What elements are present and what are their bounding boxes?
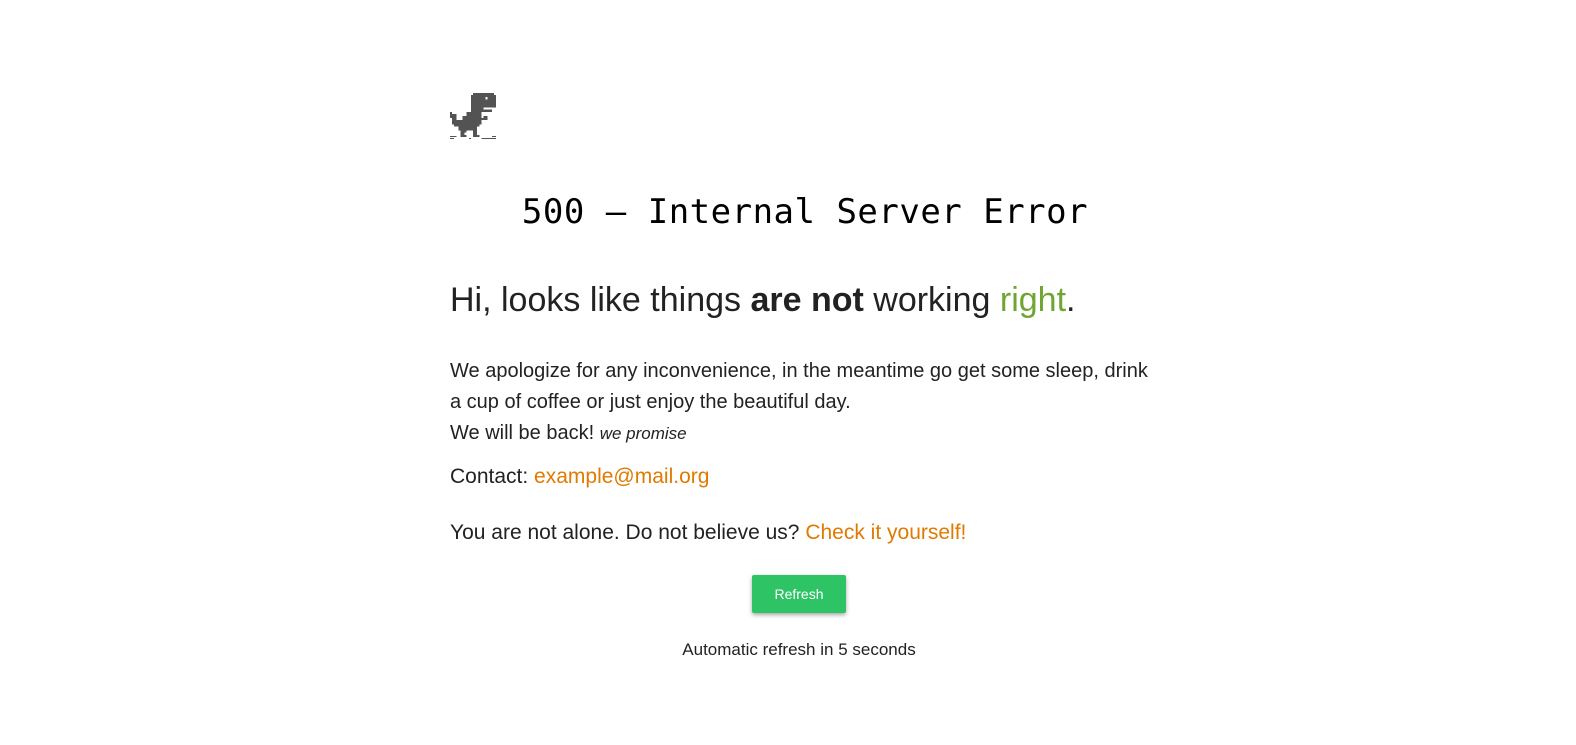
refresh-button[interactable]: Refresh bbox=[752, 575, 846, 613]
apology-back-text: We will be back! bbox=[450, 422, 600, 444]
headline-text: Hi, looks like things bbox=[450, 281, 751, 319]
apology-text: We apologize for any inconvenience, in t… bbox=[450, 360, 1148, 413]
check-it-yourself-link[interactable]: Check it yourself! bbox=[805, 521, 966, 544]
headline-text-2: working bbox=[863, 281, 1000, 319]
auto-refresh-seconds: 5 bbox=[838, 640, 848, 659]
error-title: 500 – Internal Server Error bbox=[521, 192, 1089, 232]
auto-refresh-text: Automatic refresh in 5 seconds bbox=[450, 640, 1148, 660]
contact-email-link[interactable]: example@mail.org bbox=[534, 465, 709, 488]
apology-paragraph: We apologize for any inconvenience, in t… bbox=[450, 356, 1160, 449]
not-alone-text: You are not alone. Do not believe us? bbox=[450, 521, 806, 544]
promise-text: we promise bbox=[599, 424, 687, 443]
headline: Hi, looks like things are not working ri… bbox=[450, 281, 1075, 320]
contact-line: Contact: example@mail.org bbox=[450, 465, 709, 489]
headline-accent-text: right bbox=[999, 281, 1067, 319]
auto-refresh-suffix: seconds bbox=[847, 640, 916, 659]
headline-end: . bbox=[1066, 281, 1076, 319]
dinosaur-icon bbox=[450, 93, 496, 139]
auto-refresh-prefix: Automatic refresh in bbox=[682, 640, 839, 659]
not-alone-line: You are not alone. Do not believe us? Ch… bbox=[450, 521, 966, 545]
headline-bold-text: are not bbox=[750, 281, 864, 319]
contact-label: Contact: bbox=[450, 465, 535, 488]
